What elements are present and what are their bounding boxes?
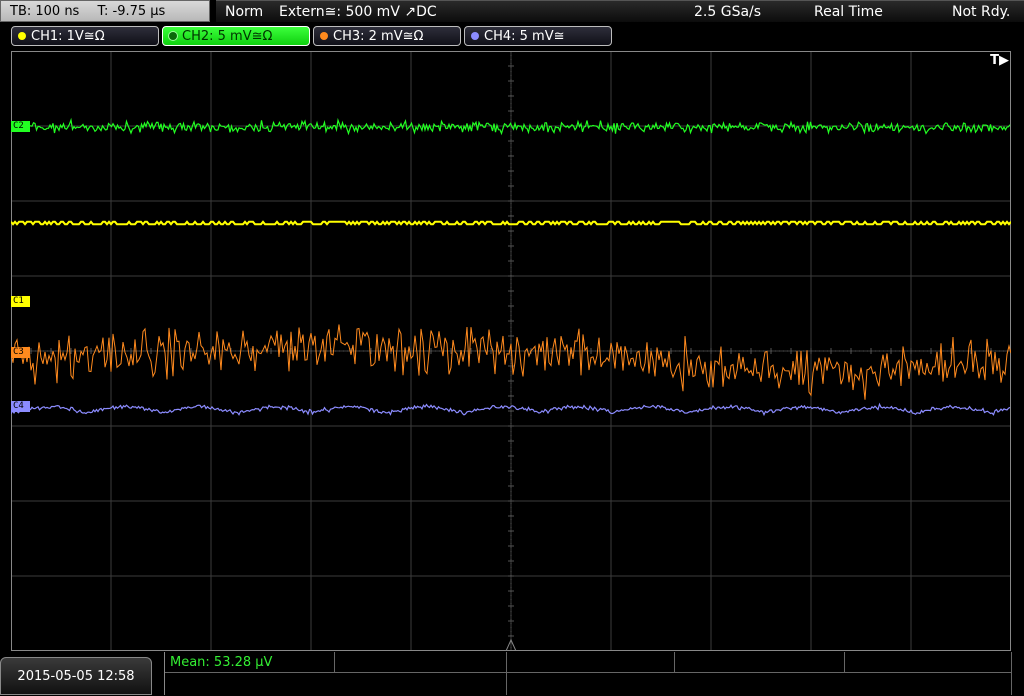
measurement-panel[interactable]: Mean: 53.28 µV xyxy=(164,652,1012,695)
ch3-color-dot xyxy=(320,32,328,40)
acquisition-status-line[interactable]: Norm Extern≅: 500 mV ↗DC 2.5 GSa/s Real … xyxy=(216,0,1024,22)
tab-ch3[interactable]: CH3: 2 mV≅Ω xyxy=(313,26,461,46)
measurement-slot-7[interactable] xyxy=(507,673,1012,695)
sample-rate: 2.5 GSa/s xyxy=(694,4,762,20)
ch2-offset-marker[interactable]: C2 xyxy=(11,121,30,132)
trigger-mode: Norm xyxy=(225,4,264,20)
tab-ch3-label: CH3: 2 mV≅Ω xyxy=(333,29,424,44)
ch1-offset-marker[interactable]: C1 xyxy=(11,296,30,307)
timebase-value: TB: 100 ns xyxy=(10,4,80,19)
tab-ch4[interactable]: CH4: 5 mV≅ xyxy=(464,26,612,46)
tab-ch1[interactable]: CH1: 1V≅Ω xyxy=(11,26,159,46)
ch3-offset-marker[interactable]: C3 xyxy=(11,347,30,358)
measurement-mean[interactable]: Mean: 53.28 µV xyxy=(165,652,335,673)
measurement-slot-4[interactable] xyxy=(675,652,845,673)
acquisition-state: Not Rdy. xyxy=(952,4,1011,20)
measurement-slot-2[interactable] xyxy=(335,652,507,673)
waveform-display[interactable]: T▶ C2 C1 C3 C4 xyxy=(11,51,1011,651)
tab-ch1-label: CH1: 1V≅Ω xyxy=(31,29,105,44)
trigger-source: Extern≅: 500 mV ↗DC xyxy=(279,4,437,20)
measurement-slot-6[interactable] xyxy=(165,673,507,695)
ch1-color-dot xyxy=(18,32,26,40)
top-status-bar: TB: 100 ns T: -9.75 µs Norm Extern≅: 500… xyxy=(0,0,1024,24)
tab-ch2[interactable]: CH2: 5 mV≅Ω xyxy=(162,26,310,46)
acquisition-mode: Real Time xyxy=(814,4,883,20)
ch4-offset-marker[interactable]: C4 xyxy=(11,401,30,412)
measurement-slot-3[interactable] xyxy=(507,652,675,673)
channel-tabs: CH1: 1V≅Ω CH2: 5 mV≅Ω CH3: 2 mV≅Ω CH4: 5… xyxy=(0,26,1024,48)
ch2-color-dot xyxy=(169,32,177,40)
trigger-position-indicator: T▶ xyxy=(990,53,1009,68)
waveform-traces xyxy=(11,117,1011,417)
timebase-display[interactable]: TB: 100 ns T: -9.75 µs xyxy=(0,0,210,22)
measurement-slot-5[interactable] xyxy=(845,652,1012,673)
trigger-offset-value: T: -9.75 µs xyxy=(97,4,166,19)
date-time-display: 2015-05-05 12:58 xyxy=(0,657,152,695)
tab-ch2-label: CH2: 5 mV≅Ω xyxy=(182,29,273,44)
tab-ch4-label: CH4: 5 mV≅ xyxy=(484,29,565,44)
ch4-color-dot xyxy=(471,32,479,40)
